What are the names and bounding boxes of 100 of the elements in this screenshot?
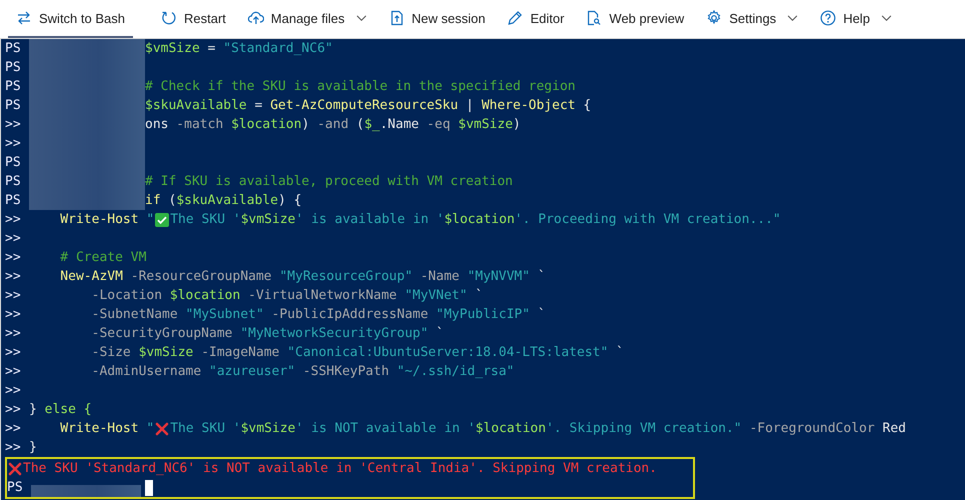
code-text: Red (882, 420, 906, 438)
chevron-down-icon (880, 14, 892, 22)
prompt: >> (5, 135, 22, 153)
code-text: ) (302, 116, 310, 134)
prompt: >> (5, 439, 22, 457)
code-text: } (29, 401, 37, 419)
toolbar-button[interactable]: Restart (153, 0, 234, 38)
prompt: >> (5, 116, 22, 134)
code-text: { (582, 97, 592, 115)
parameter: -AdminUsername (90, 363, 202, 381)
code-text: = (254, 97, 264, 115)
comment: # Create VM (59, 249, 146, 267)
menu-button[interactable]: Help (812, 0, 900, 38)
parameter: -ForegroundColor (748, 420, 876, 438)
variable: $location (444, 211, 515, 229)
prompt: PS (7, 479, 24, 497)
parameter: -Name (419, 268, 460, 286)
code-text: ` (536, 306, 546, 324)
string-literal: "MyResourceGroup" (279, 268, 413, 286)
switch-arrows-icon (16, 10, 32, 26)
string-literal: "Canonical:UbuntuServer:18.04-LTS:latest" (287, 344, 608, 362)
string-literal: " (145, 211, 154, 229)
parameter: -SubnetName (90, 306, 179, 324)
cloud-upload-icon (248, 10, 264, 26)
prompt: >> (5, 306, 22, 324)
restart-icon (161, 10, 177, 26)
cross-icon (8, 462, 22, 476)
string-literal: "MyNVVM" (467, 268, 530, 286)
pencil-icon (507, 10, 524, 26)
parameter: -SecurityGroupName (90, 325, 234, 343)
command-name: Write-Host (59, 420, 139, 438)
prompt: >> (5, 211, 22, 229)
command-name: New-AzVM (59, 268, 123, 286)
prompt: >> (5, 420, 22, 438)
code-text: ( (167, 192, 176, 210)
command-name: Get-AzComputeResourceSku (270, 97, 458, 115)
code-text: ` (615, 344, 624, 362)
variable: $_ (364, 116, 380, 134)
variable: $vmSize (145, 40, 200, 58)
string-literal: " (145, 420, 154, 438)
code-text: ) (512, 116, 521, 134)
help-icon (820, 10, 836, 26)
new-document-icon (388, 10, 405, 26)
variable: $location (476, 420, 546, 438)
string-literal: "MySubnet" (186, 306, 264, 324)
prompt: >> (5, 268, 22, 286)
cross-icon (155, 422, 170, 436)
toolbar-button[interactable]: Editor (499, 0, 572, 38)
prompt: >> (5, 401, 22, 419)
check-mark-icon (155, 212, 170, 226)
prompt: >> (5, 363, 22, 381)
variable: else { (44, 401, 92, 419)
variable: $skuAvailable (176, 192, 278, 210)
variable: $vmSize (240, 211, 296, 229)
settings-icon (706, 10, 722, 26)
variable: $vmSize (138, 344, 194, 362)
variable: $vmSize (240, 420, 296, 438)
prompt: >> (5, 325, 22, 343)
prompt: PS (5, 192, 22, 210)
code-text: ( (356, 116, 364, 134)
variable: $vmSize (458, 116, 513, 134)
document-search-icon (586, 10, 602, 26)
parameter: -and (316, 116, 350, 134)
prompt: PS (5, 97, 22, 115)
string-literal: The SKU ' (170, 420, 241, 438)
comment: # Check if the SKU is available in the specified region (145, 78, 576, 96)
menu-button[interactable]: Settings (698, 0, 806, 38)
prompt: PS (5, 59, 22, 77)
prompt: >> (5, 249, 22, 267)
parameter: -SSHKeyPath (302, 363, 390, 381)
code-text: ons (145, 116, 168, 134)
error-message: The SKU 'Standard_NC6' is NOT available in 'Central India'. Skipping VM creation. (23, 460, 657, 478)
prompt: PS (5, 40, 22, 58)
string-literal: ' is available in ' (295, 211, 444, 229)
comment: # If SKU is available, proceed with VM creation (145, 173, 513, 191)
menu-button[interactable]: Manage files (240, 0, 375, 38)
variable: $location (231, 116, 302, 134)
prompt: >> (5, 287, 22, 305)
string-literal: "~/.ssh/id_rsa" (396, 363, 514, 381)
code-text: = (206, 40, 216, 58)
code-text: } (29, 439, 37, 457)
string-literal: "MyNetworkSecurityGroup" (240, 325, 428, 343)
parameter: -Size (90, 344, 132, 362)
chevron-down-icon (356, 14, 367, 22)
chevron-down-icon (787, 14, 798, 22)
string-literal: "azureuser" (209, 363, 296, 381)
parameter: -PublicIpAddressName (270, 306, 430, 324)
variable: $skuAvailable (145, 97, 247, 115)
prompt: >> (5, 382, 22, 400)
prompt: >> (5, 344, 22, 362)
string-literal: "MyPublicIP" (436, 306, 530, 324)
variable: $location (170, 287, 240, 305)
prompt: >> (5, 230, 22, 248)
code-text: .Name (380, 116, 419, 134)
string-literal: "Standard_NC6" (223, 40, 333, 58)
text-cursor (145, 480, 153, 496)
parameter: -eq (426, 116, 452, 134)
toolbar-button[interactable]: Web preview (578, 0, 692, 38)
toolbar-button[interactable]: New session (380, 0, 494, 38)
string-literal: ' is NOT available in ' (295, 420, 476, 438)
